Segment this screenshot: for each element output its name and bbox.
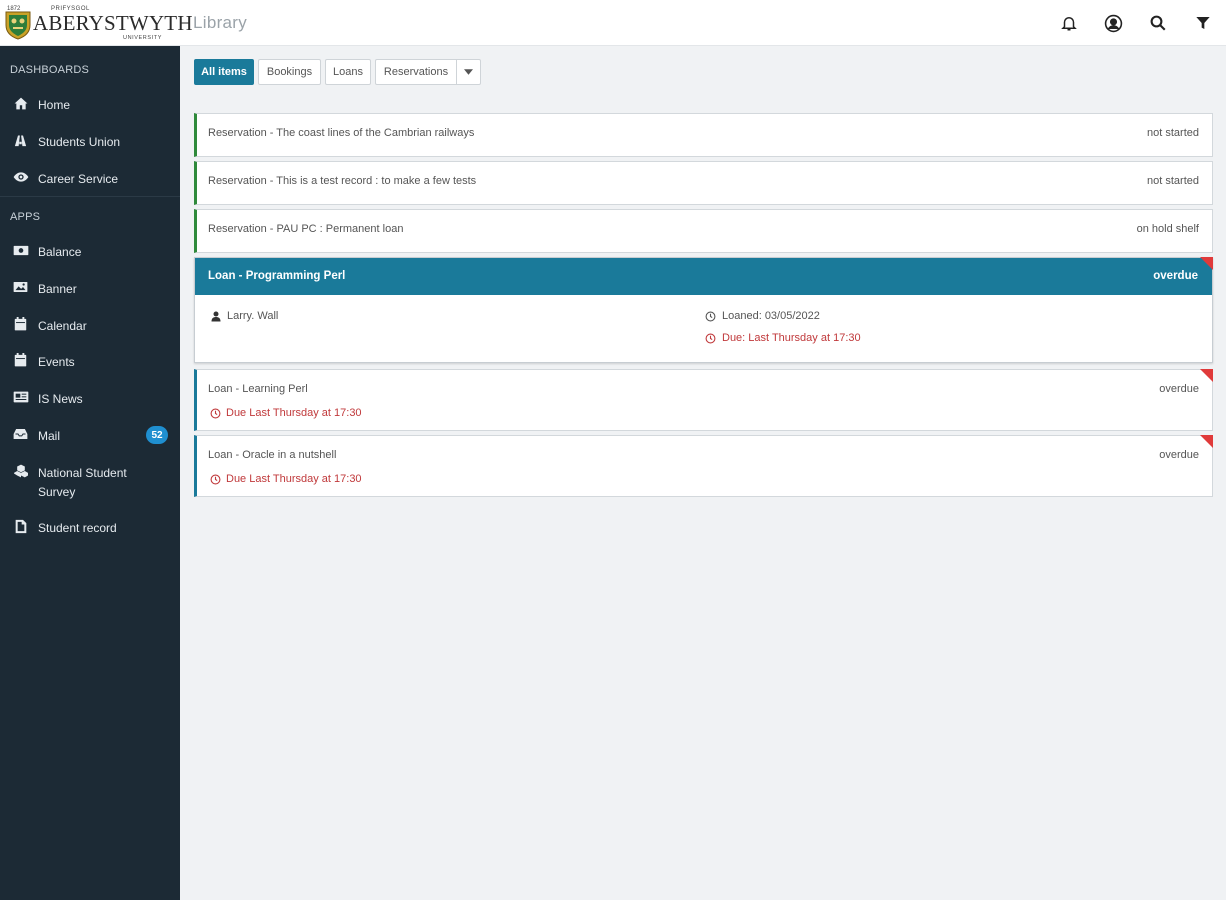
item-title: Reservation - PAU PC : Permanent loan — [208, 223, 404, 235]
due-row: Due: Last Thursday at 17:30 — [705, 332, 861, 344]
search-icon[interactable] — [1147, 12, 1169, 34]
tab-bookings[interactable]: Bookings — [258, 59, 321, 85]
item-title: Loan - Programming Perl — [208, 270, 346, 282]
crest-icon — [5, 11, 31, 40]
item-title: Reservation - This is a test record : to… — [208, 175, 477, 187]
sidebar-item-label: National Student Survey — [38, 466, 127, 499]
expanded-loan-card[interactable]: Loan - Programming Perl overdue Larry. W… — [194, 257, 1213, 363]
due-row: Due Last Thursday at 17:30 — [210, 407, 362, 419]
loaned-row: Loaned: 03/05/2022 — [705, 310, 820, 322]
item-title: Reservation - The coast lines of the Cam… — [208, 127, 475, 139]
tab-loans[interactable]: Loans — [325, 59, 371, 85]
clock-icon — [705, 333, 716, 343]
item-status: overdue — [1159, 383, 1199, 395]
university-logo[interactable]: 1872 PRIFYSGOL ABERYSTWYTH UNIVERSITY — [5, 4, 193, 42]
sidebar-item-label: Career Service — [38, 172, 119, 186]
newspaper-icon — [12, 390, 29, 404]
tabs-more-dropdown[interactable] — [456, 59, 481, 85]
list-item[interactable]: Loan - Oracle in a nutshell overdue Due … — [194, 435, 1213, 497]
sidebar-item-national-student-survey[interactable]: National Student Survey — [0, 462, 180, 504]
due-date: Due Last Thursday at 17:30 — [226, 473, 362, 485]
author-name: Larry. Wall — [227, 310, 279, 322]
mail-unread-badge: 52 — [146, 426, 168, 444]
sidebar-item-label: Banner — [38, 282, 77, 296]
sidebar-item-home[interactable]: Home — [0, 94, 180, 124]
sidebar: DASHBOARDS Home Students Union Career Se… — [0, 46, 180, 900]
user-circle-icon[interactable] — [1102, 12, 1124, 34]
logo-wordmark: ABERYSTWYTH — [33, 11, 193, 35]
clock-icon — [705, 311, 716, 321]
sidebar-item-label: Events — [38, 355, 75, 369]
author-row: Larry. Wall — [211, 310, 278, 322]
sidebar-item-calendar[interactable]: Calendar — [0, 315, 180, 345]
file-icon — [12, 519, 29, 533]
eye-icon — [12, 170, 29, 184]
caret-down-icon — [464, 69, 473, 75]
tab-reservations[interactable]: Reservations — [375, 59, 457, 85]
section-dashboards: DASHBOARDS — [10, 64, 90, 76]
sidebar-item-label: Calendar — [38, 319, 87, 333]
sidebar-divider — [0, 196, 180, 197]
home-icon — [12, 96, 29, 110]
top-bar: 1872 PRIFYSGOL ABERYSTWYTH UNIVERSITY Li… — [0, 0, 1226, 46]
list-item[interactable]: Loan - Learning Perl overdue Due Last Th… — [194, 369, 1213, 431]
logo-sub: UNIVERSITY — [123, 35, 163, 41]
expanded-loan-header[interactable]: Loan - Programming Perl overdue — [195, 258, 1212, 295]
list-item[interactable]: Reservation - The coast lines of the Cam… — [194, 113, 1213, 157]
overdue-flag — [1200, 369, 1213, 382]
list-item[interactable]: Reservation - PAU PC : Permanent loan on… — [194, 209, 1213, 253]
due-row: Due Last Thursday at 17:30 — [210, 473, 362, 485]
inbox-icon — [12, 427, 29, 441]
sidebar-item-label: Mail — [38, 429, 61, 443]
sidebar-item-students-union[interactable]: Students Union — [0, 131, 180, 161]
students-union-icon — [12, 133, 29, 147]
user-icon — [211, 311, 221, 321]
money-icon — [12, 243, 29, 257]
overdue-flag — [1200, 257, 1213, 270]
item-status: overdue — [1153, 270, 1198, 282]
cubes-icon — [12, 464, 29, 478]
sidebar-item-label: Home — [38, 98, 71, 112]
page-title: Library — [193, 13, 248, 32]
sidebar-item-label: Balance — [38, 245, 82, 259]
due-date: Due Last Thursday at 17:30 — [226, 407, 362, 419]
item-title: Loan - Learning Perl — [208, 383, 308, 395]
item-status: not started — [1147, 175, 1199, 187]
item-status: not started — [1147, 127, 1199, 139]
item-status: on hold shelf — [1136, 223, 1199, 235]
list-item[interactable]: Reservation - This is a test record : to… — [194, 161, 1213, 205]
calendar-icon — [12, 353, 29, 367]
sidebar-item-career-service[interactable]: Career Service — [0, 168, 180, 198]
clock-icon — [210, 408, 221, 418]
image-icon — [12, 280, 29, 294]
sidebar-item-events[interactable]: Events — [0, 351, 180, 381]
sidebar-item-is-news[interactable]: IS News — [0, 388, 180, 418]
sidebar-item-label: Students Union — [38, 135, 121, 149]
loaned-date: Loaned: 03/05/2022 — [722, 310, 820, 322]
calendar-icon — [12, 317, 29, 331]
item-title: Loan - Oracle in a nutshell — [208, 449, 337, 461]
overdue-flag — [1200, 435, 1213, 448]
filter-icon[interactable] — [1192, 12, 1214, 34]
due-date: Due: Last Thursday at 17:30 — [722, 332, 861, 344]
sidebar-item-balance[interactable]: Balance — [0, 241, 180, 271]
bell-icon[interactable] — [1058, 12, 1080, 34]
clock-icon — [210, 474, 221, 484]
tab-all-items[interactable]: All items — [194, 59, 254, 85]
sidebar-item-student-record[interactable]: Student record — [0, 517, 180, 547]
item-status: overdue — [1159, 449, 1199, 461]
sidebar-item-banner[interactable]: Banner — [0, 278, 180, 308]
section-apps: APPS — [10, 211, 41, 223]
sidebar-item-mail[interactable]: Mail 52 — [0, 425, 180, 455]
sidebar-item-label: IS News — [38, 392, 83, 406]
sidebar-item-label: Student record — [38, 521, 117, 535]
